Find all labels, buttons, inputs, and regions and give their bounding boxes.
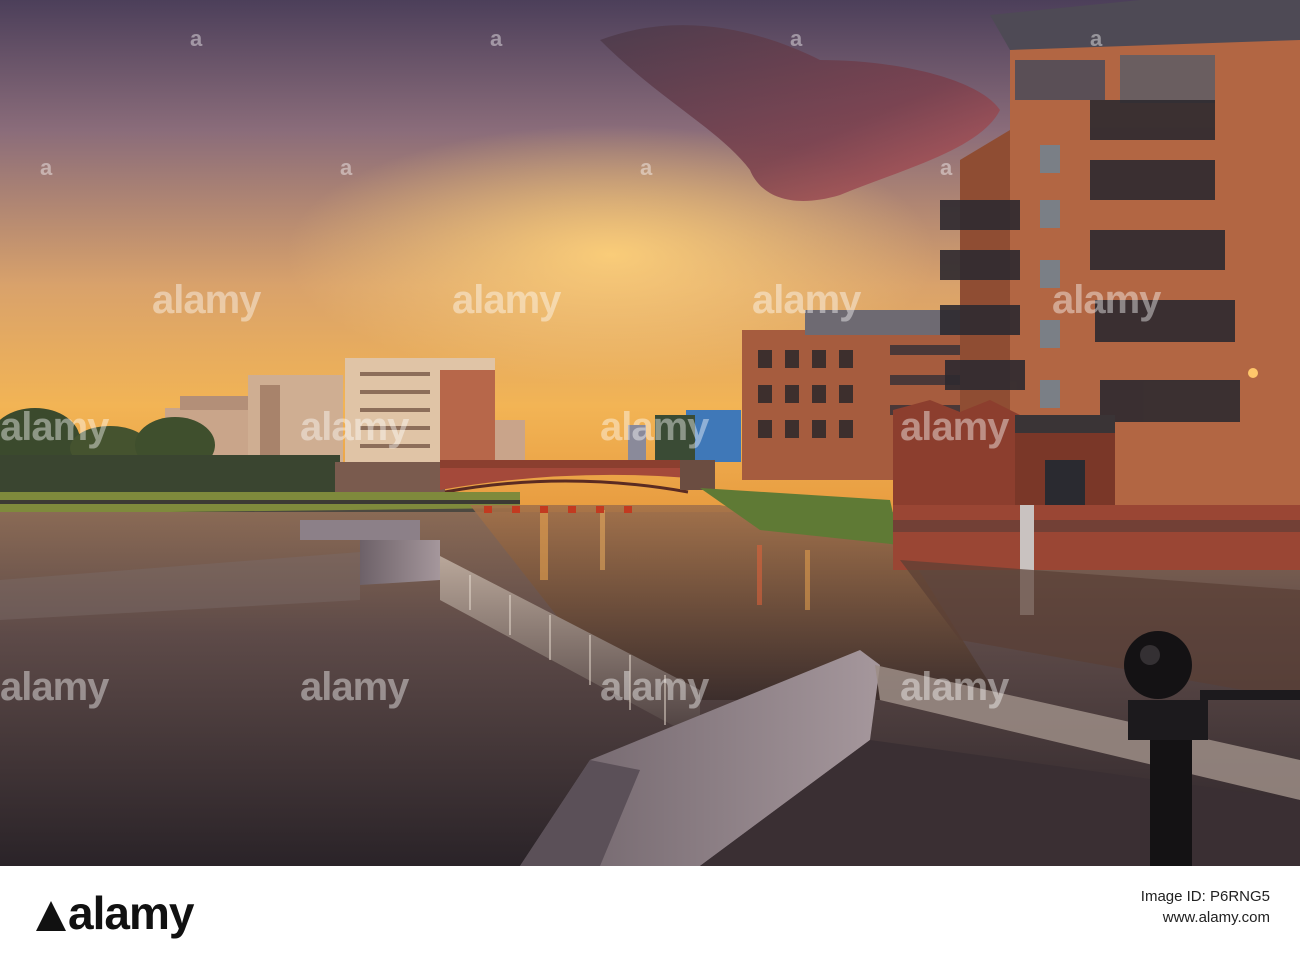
distant-tower bbox=[628, 425, 646, 465]
riverside-sunset-scene bbox=[0, 0, 1300, 866]
site-url[interactable]: www.alamy.com bbox=[1141, 909, 1270, 926]
image-id-label: Image ID: P6RNG5 bbox=[1140, 888, 1270, 905]
image-info: Image ID: P6RNG5 www.alamy.com bbox=[1141, 888, 1270, 926]
alamy-logo-icon bbox=[36, 901, 66, 931]
stock-photo: a a a a a a a a alamy alamy alamy alamy … bbox=[0, 0, 1300, 866]
alamy-footer: alamy Image ID: P6RNG5 www.alamy.com bbox=[0, 866, 1300, 957]
alamy-logo-text: alamy bbox=[68, 887, 194, 939]
alamy-logo[interactable]: alamy bbox=[36, 886, 194, 940]
